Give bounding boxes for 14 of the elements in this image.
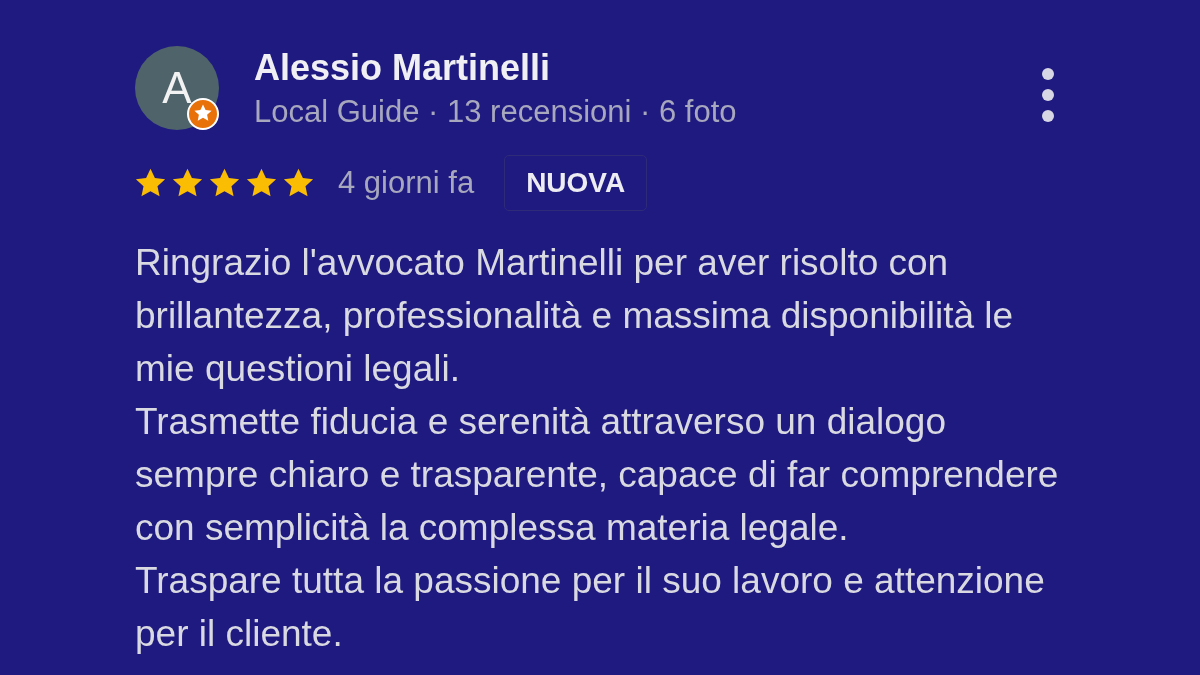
new-badge: NUOVA: [504, 155, 648, 211]
review-text: Trasmette fiducia e serenità attraverso un dialogo sempre chiaro e trasparente, capace di far comprendere con semplicità la complessa materia legale.: [135, 400, 1060, 550]
star-icon: [246, 168, 277, 198]
review-text: Ringrazio l'avvocato Martinelli per aver risolto con brillantezza, professionalità e massima disponibilità le mie questioni legali.: [135, 241, 1015, 391]
reviewer-name[interactable]: Alessio Martinelli: [254, 46, 551, 90]
star-icon: [209, 168, 240, 198]
star-icon: [135, 168, 166, 198]
more-options-button[interactable]: [1041, 68, 1055, 122]
star-icon: [172, 168, 203, 198]
review-text: Traspare tutta la passione per il suo lavoro e attenzione per il cliente.: [135, 559, 1046, 656]
star-icon: [283, 168, 314, 198]
review-time: 4 giorni fa: [338, 165, 475, 201]
more-vertical-icon: [1042, 68, 1054, 122]
reviewer-meta: Local Guide · 13 recensioni · 6 foto: [254, 94, 737, 130]
